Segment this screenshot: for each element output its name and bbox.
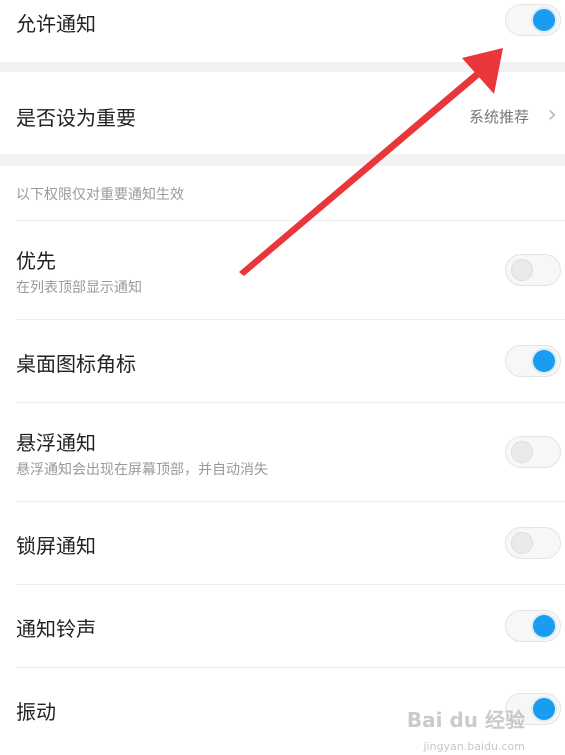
lockscreen-notification-label: 锁屏通知: [16, 534, 96, 558]
section-gap: [0, 154, 565, 166]
priority-label: 优先: [16, 249, 56, 273]
ringtone-row[interactable]: 通知铃声: [0, 585, 565, 667]
set-important-label: 是否设为重要: [16, 106, 136, 130]
section-note-row: 以下权限仅对重要通知生效: [0, 166, 565, 220]
ringtone-toggle[interactable]: [505, 610, 561, 642]
set-important-row[interactable]: 是否设为重要 系统推荐 ›: [0, 72, 565, 154]
chevron-right-icon: ›: [547, 100, 557, 128]
float-notification-subtitle: 悬浮通知会出现在屏幕顶部，并自动消失: [16, 462, 268, 478]
set-important-value: 系统推荐: [468, 108, 529, 126]
baidu-watermark-logo: Bai du 经验: [406, 708, 525, 732]
vibrate-label: 振动: [16, 700, 56, 724]
badge-row[interactable]: 桌面图标角标: [0, 320, 565, 402]
ringtone-label: 通知铃声: [16, 617, 96, 641]
float-notification-toggle[interactable]: [505, 436, 561, 468]
priority-row[interactable]: 优先 在列表顶部显示通知: [0, 221, 565, 319]
float-notification-row[interactable]: 悬浮通知 悬浮通知会出现在屏幕顶部，并自动消失: [0, 403, 565, 501]
toggle-knob: [511, 532, 533, 554]
section-note: 以下权限仅对重要通知生效: [16, 187, 184, 203]
allow-notification-label: 允许通知: [16, 12, 96, 36]
priority-toggle[interactable]: [505, 254, 561, 286]
lockscreen-notification-toggle[interactable]: [505, 527, 561, 559]
toggle-knob: [511, 441, 533, 463]
baidu-watermark-url: jingyan.baidu.com: [423, 740, 525, 753]
allow-notification-toggle[interactable]: [505, 4, 561, 36]
priority-subtitle: 在列表顶部显示通知: [16, 280, 142, 296]
badge-toggle[interactable]: [505, 345, 561, 377]
toggle-knob: [533, 350, 555, 372]
toggle-knob: [511, 259, 533, 281]
toggle-knob: [533, 615, 555, 637]
toggle-knob: [533, 9, 555, 31]
allow-notification-row[interactable]: 允许通知: [0, 0, 565, 62]
lockscreen-notification-row[interactable]: 锁屏通知: [0, 502, 565, 584]
section-gap: [0, 62, 565, 72]
toggle-knob: [533, 698, 555, 720]
badge-label: 桌面图标角标: [16, 352, 136, 376]
float-notification-label: 悬浮通知: [16, 431, 96, 455]
notification-settings-screen: 允许通知 是否设为重要 系统推荐 › 以下权限仅对重要通知生效 优先 在列表顶部…: [0, 0, 565, 755]
